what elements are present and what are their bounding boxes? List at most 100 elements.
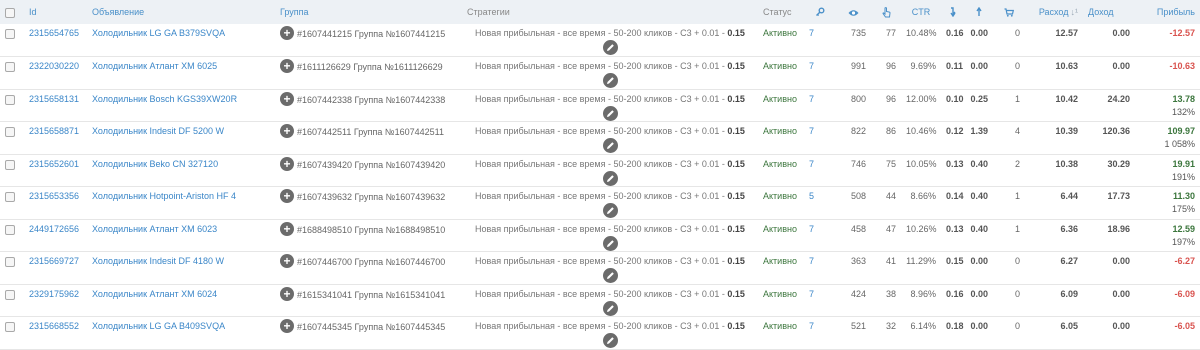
edit-strategy-icon[interactable] (602, 235, 618, 251)
keys-count-link[interactable]: 7 (809, 94, 814, 104)
col-price2[interactable] (965, 0, 993, 24)
ctr-value: 10.48% (906, 28, 937, 38)
ad-id-cell: 2315658871 (24, 122, 87, 155)
ad-title-link[interactable]: Холодильник LG GA B409SVQA (92, 321, 225, 331)
keys-count-link[interactable]: 7 (809, 289, 814, 299)
keys-count-link[interactable]: 7 (809, 159, 814, 169)
edit-strategy-icon[interactable] (602, 105, 618, 121)
ad-title-link[interactable]: Холодильник Indesit DF 5200 W (92, 126, 224, 136)
col-price1[interactable] (941, 0, 965, 24)
ad-id-link[interactable]: 2315653356 (29, 191, 79, 201)
table-row: 2315658871 Холодильник Indesit DF 5200 W +… (0, 122, 1200, 155)
col-income[interactable]: Доход (1083, 0, 1135, 24)
add-group-icon[interactable]: + (280, 124, 294, 138)
ad-id-link[interactable]: 2315658131 (29, 94, 79, 104)
add-group-icon[interactable]: + (280, 156, 294, 171)
col-ad[interactable]: Объявление (87, 0, 275, 24)
profit-cell: -12.57 (1135, 24, 1200, 57)
ad-id-link[interactable]: 2315669727 (29, 256, 79, 266)
edit-strategy-icon[interactable] (602, 203, 618, 218)
row-checkbox[interactable] (5, 29, 15, 40)
price2-cell: 0.00 (965, 24, 993, 57)
views-cell: 991 (835, 57, 871, 90)
keys-count-link[interactable]: 7 (809, 321, 814, 331)
add-group-icon[interactable]: + (280, 221, 294, 236)
add-group-icon[interactable]: + (280, 286, 294, 301)
views-value: 991 (850, 61, 866, 71)
clicks-cell: 44 (871, 187, 901, 220)
income-cell: 24.20 (1083, 89, 1135, 122)
status-text: Активно (763, 223, 797, 234)
row-checkbox[interactable] (5, 192, 15, 203)
row-checkbox[interactable] (5, 289, 15, 300)
row-checkbox[interactable] (5, 224, 15, 235)
status-text: Активно (763, 191, 797, 201)
row-checkbox[interactable] (5, 94, 15, 105)
ad-id-link[interactable]: 2315658871 (29, 126, 79, 136)
add-group-icon[interactable]: + (280, 91, 294, 106)
row-checkbox[interactable] (5, 322, 15, 333)
add-group-icon[interactable]: + (280, 319, 294, 333)
col-profit[interactable]: Прибыль (1135, 0, 1200, 24)
ad-title-link[interactable]: Холодильник Атлант XM 6024 (92, 289, 217, 299)
ad-title-link[interactable]: Холодильник Атлант XM 6023 (92, 224, 217, 234)
row-checkbox[interactable] (5, 257, 15, 268)
edit-strategy-icon[interactable] (602, 170, 618, 186)
ad-id-link[interactable]: 2315668552 (29, 321, 79, 331)
table-row: 2315653356 Холодильник Hotpoint-Ariston H… (0, 187, 1200, 220)
clicks-cell: 75 (871, 154, 901, 187)
col-group[interactable]: Группа (275, 0, 462, 24)
price2-value: 0.25 (970, 93, 988, 104)
col-clicks[interactable] (871, 0, 901, 24)
views-cell: 508 (835, 187, 871, 220)
select-all-checkbox[interactable] (5, 7, 15, 18)
edit-strategy-icon[interactable] (602, 40, 618, 55)
profit-cell: -6.05 (1135, 317, 1200, 350)
clicks-value: 32 (885, 321, 896, 331)
keys-count-link[interactable]: 7 (809, 126, 814, 136)
col-views[interactable] (835, 0, 871, 24)
spend-cell: 6.05 (1025, 317, 1083, 350)
ad-title-link[interactable]: Холодильник Bosch KGS39XW20R (92, 94, 237, 104)
add-group-icon[interactable]: + (280, 59, 294, 73)
row-checkbox[interactable] (5, 159, 15, 170)
row-checkbox[interactable] (5, 62, 15, 73)
keys-count-link[interactable]: 7 (809, 256, 814, 266)
price1-cell: 0.15 (941, 252, 965, 285)
spend-value: 6.36 (1060, 223, 1078, 234)
ad-id-link[interactable]: 2322030220 (29, 61, 79, 71)
profit-percent: 197% (1171, 236, 1195, 247)
keys-count-link[interactable]: 7 (809, 224, 814, 234)
col-keys[interactable] (804, 0, 835, 24)
ad-title-link[interactable]: Холодильник Атлант XM 6025 (92, 61, 217, 71)
ad-id-link[interactable]: 2449172656 (29, 224, 79, 234)
ad-title-link[interactable]: Холодильник Beko CN 327120 (92, 159, 218, 169)
col-orders[interactable] (993, 0, 1025, 24)
add-group-icon[interactable]: + (280, 26, 294, 40)
add-group-icon[interactable]: + (280, 189, 294, 203)
edit-strategy-icon[interactable] (602, 300, 618, 316)
col-ctr[interactable]: CTR (901, 0, 941, 24)
edit-strategy-icon[interactable] (602, 73, 618, 88)
col-spend[interactable]: Расход ↓¹ (1025, 0, 1083, 24)
views-cell: 800 (835, 89, 871, 122)
keys-count-link[interactable]: 7 (809, 61, 814, 71)
ad-id-link[interactable]: 2315654765 (29, 28, 79, 38)
ad-id-link[interactable]: 2315652601 (29, 159, 79, 169)
col-status: Статус (763, 7, 792, 17)
keys-count-link[interactable]: 5 (809, 191, 814, 201)
keys-count-link[interactable]: 7 (809, 28, 814, 38)
edit-strategy-icon[interactable] (602, 333, 618, 348)
price2-cell: 1.39 (965, 122, 993, 155)
row-checkbox[interactable] (5, 127, 15, 138)
ad-title-link[interactable]: Холодильник LG GA B379SVQA (92, 28, 225, 38)
edit-strategy-icon[interactable] (602, 268, 618, 283)
keys-cell: 7 (804, 317, 835, 350)
add-group-icon[interactable]: + (280, 254, 294, 268)
ad-title-link[interactable]: Холодильник Hotpoint-Ariston HF 4 (92, 191, 236, 201)
col-id[interactable]: Id (24, 0, 87, 24)
edit-strategy-icon[interactable] (602, 138, 618, 153)
ad-title-link[interactable]: Холодильник Indesit DF 4180 W (92, 256, 224, 266)
ad-id-link[interactable]: 2329175962 (29, 289, 79, 299)
strategy-cell: Новая прибыльная - все время - 50-200 кл… (462, 187, 758, 220)
